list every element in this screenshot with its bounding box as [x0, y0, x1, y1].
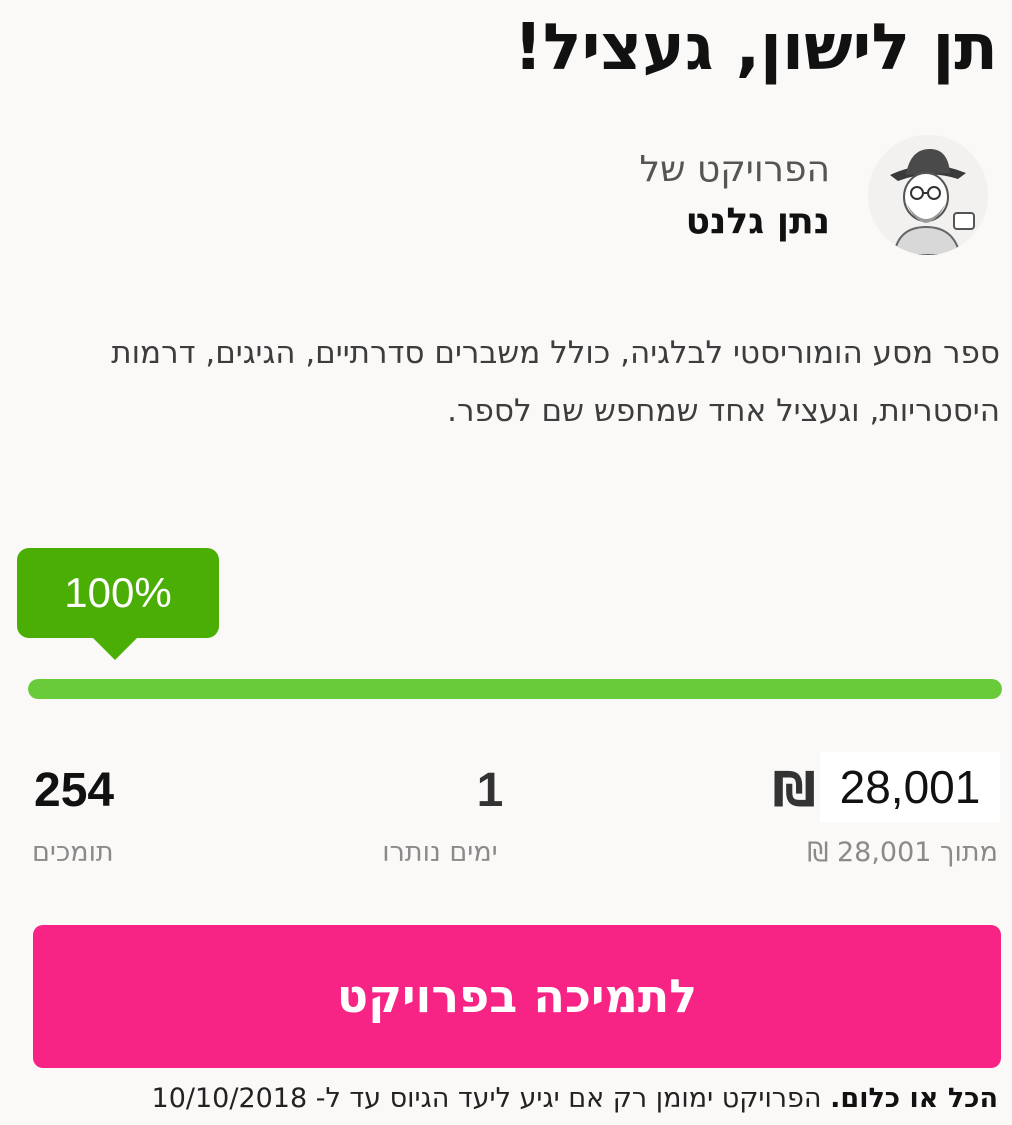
progress-bar	[28, 679, 1002, 699]
owner-name-link[interactable]: נתן גלנט	[686, 198, 830, 246]
days-left-value: 1	[476, 764, 504, 817]
owner-avatar[interactable]	[868, 135, 988, 255]
all-or-nothing-note: הכל או כלום. הפרויקט ימומן רק אם יגיע לי…	[152, 1077, 998, 1121]
progress-percent-badge: 100%	[17, 548, 219, 660]
owner-avatar-icon	[868, 135, 988, 255]
shekel-icon: ₪	[772, 762, 816, 818]
owner-prefix-label: הפרויקט של	[639, 149, 830, 190]
funding-deadline-text: הפרויקט ימומן רק אם יגיע ליעד הגיוס עד ל…	[151, 1083, 822, 1114]
progress-bar-fill	[28, 679, 1002, 699]
support-project-button[interactable]: לתמיכה בפרויקט	[33, 925, 1001, 1068]
backers-label: תומכים	[32, 837, 114, 868]
project-description: ספר מסע הומוריסטי לבלגיה, כולל משברים סד…	[111, 335, 1000, 429]
raised-amount: 28,001	[820, 752, 1000, 822]
all-or-nothing-bold: הכל או כלום.	[830, 1083, 998, 1114]
project-title: תן לישון, געציל!	[513, 11, 998, 85]
days-left-label: ימים נותרו	[382, 837, 498, 868]
goal-amount-label: מתוך 28,001 ₪	[807, 837, 998, 868]
backers-count: 254	[34, 764, 115, 817]
